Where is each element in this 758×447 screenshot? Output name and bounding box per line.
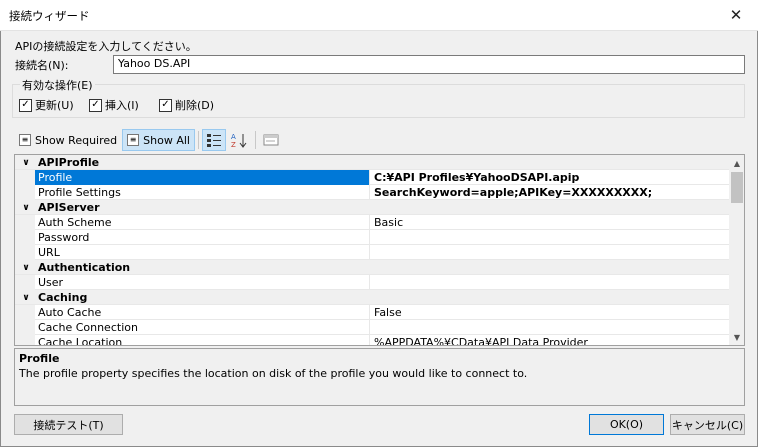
property-value[interactable]: C:¥API Profiles¥YahooDSAPI.apip <box>372 170 727 185</box>
property-grid[interactable]: ∨ APIProfile Profile C:¥API Profiles¥Yah… <box>14 154 745 346</box>
category-row[interactable]: ∨ Authentication <box>15 260 729 275</box>
show-all-button[interactable]: ≡ Show All <box>122 129 195 151</box>
property-value[interactable]: False <box>372 305 727 320</box>
ok-button[interactable]: OK(O) <box>589 414 664 435</box>
property-value[interactable] <box>372 320 727 335</box>
property-row[interactable]: Auth Scheme Basic <box>15 215 729 230</box>
property-name: Profile <box>35 170 370 185</box>
delete-checkbox-label: 削除(D) <box>175 99 215 112</box>
property-value[interactable] <box>372 275 727 290</box>
row-gutter <box>15 230 35 245</box>
row-gutter <box>15 305 35 320</box>
property-value[interactable]: %APPDATA%¥CData¥API Data Provider <box>372 335 727 345</box>
property-pages-button[interactable] <box>259 129 283 151</box>
category-row[interactable]: ∨ Caching <box>15 290 729 305</box>
test-connection-button[interactable]: 接続テスト(T) <box>14 414 123 435</box>
row-gutter <box>15 335 35 345</box>
categorized-button[interactable] <box>201 129 226 151</box>
row-gutter <box>15 185 35 200</box>
help-text: The profile property specifies the locat… <box>19 367 528 380</box>
svg-text:Z: Z <box>231 141 236 148</box>
connection-name-input[interactable]: Yahoo DS.API <box>113 55 745 74</box>
category-row[interactable]: ∨ APIProfile <box>15 155 729 170</box>
property-row[interactable]: Profile C:¥API Profiles¥YahooDSAPI.apip <box>15 170 729 185</box>
checkbox-checked-icon: ✓ <box>89 98 102 112</box>
category-name: Authentication <box>38 261 131 274</box>
property-name: Profile Settings <box>35 185 370 200</box>
update-checkbox-label: 更新(U) <box>35 99 74 112</box>
property-name: URL <box>35 245 370 260</box>
property-row[interactable]: Auto Cache False <box>15 305 729 320</box>
help-title: Profile <box>19 352 60 365</box>
property-name: Auth Scheme <box>35 215 370 230</box>
toolbar-separator <box>254 131 256 149</box>
property-row[interactable]: User <box>15 275 729 290</box>
checkbox-checked-icon: ✓ <box>19 98 32 112</box>
vertical-scrollbar[interactable]: ▲ ▼ <box>729 155 744 345</box>
property-pages-icon <box>263 134 279 146</box>
property-name: Cache Location <box>35 335 370 345</box>
expand-chevron-icon[interactable]: ∨ <box>17 155 35 170</box>
property-toolbar: ≡ Show Required ≡ Show All A Z <box>14 129 283 151</box>
property-row[interactable]: Profile Settings SearchKeyword=apple;API… <box>15 185 729 200</box>
cancel-button[interactable]: キャンセル(C) <box>670 414 745 435</box>
list-icon: ≡ <box>127 134 140 146</box>
property-name: Password <box>35 230 370 245</box>
show-all-label: Show All <box>143 133 190 147</box>
show-required-label: Show Required <box>35 133 118 147</box>
property-value[interactable]: SearchKeyword=apple;APIKey=XXXXXXXXX; <box>372 185 727 200</box>
row-gutter <box>15 245 35 260</box>
category-name: APIServer <box>38 201 100 214</box>
insert-checkbox-label: 挿入(I) <box>105 99 139 112</box>
expand-chevron-icon[interactable]: ∨ <box>17 290 35 305</box>
category-name: Caching <box>38 291 88 304</box>
connection-name-label: 接続名(N): <box>15 59 69 72</box>
scrollbar-thumb[interactable] <box>731 172 743 203</box>
svg-text:A: A <box>231 133 236 141</box>
property-row[interactable]: Cache Location %APPDATA%¥CData¥API Data … <box>15 335 729 345</box>
property-row[interactable]: Cache Connection <box>15 320 729 335</box>
show-required-button[interactable]: ≡ Show Required <box>14 129 122 151</box>
window-title: 接続ウィザード <box>9 9 90 23</box>
row-gutter <box>15 215 35 230</box>
row-gutter <box>15 320 35 335</box>
operations-group-label: 有効な操作(E) <box>20 77 95 93</box>
property-value[interactable]: Basic <box>372 215 727 230</box>
scroll-up-icon[interactable]: ▲ <box>729 156 744 170</box>
category-name: APIProfile <box>38 156 100 169</box>
sort-alphabetical-button[interactable]: A Z <box>226 129 252 151</box>
update-checkbox[interactable]: ✓ 更新(U) <box>19 97 74 113</box>
expand-chevron-icon[interactable]: ∨ <box>17 200 35 215</box>
row-gutter <box>15 275 35 290</box>
category-row[interactable]: ∨ APIServer <box>15 200 729 215</box>
instruction-text: APIの接続設定を入力してください。 <box>15 40 197 53</box>
list-icon: ≡ <box>19 134 31 146</box>
property-row[interactable]: URL <box>15 245 729 260</box>
property-name: Auto Cache <box>35 305 370 320</box>
help-panel: Profile The profile property specifies t… <box>14 348 745 406</box>
row-gutter <box>15 170 35 185</box>
sort-az-icon: A Z <box>231 133 247 148</box>
insert-checkbox[interactable]: ✓ 挿入(I) <box>89 97 139 113</box>
toolbar-separator <box>197 131 199 149</box>
property-name: User <box>35 275 370 290</box>
property-row[interactable]: Password <box>15 230 729 245</box>
property-value[interactable] <box>372 230 727 245</box>
property-value[interactable] <box>372 245 727 260</box>
property-name: Cache Connection <box>35 320 370 335</box>
scroll-down-icon[interactable]: ▼ <box>729 330 744 344</box>
categorized-icon <box>206 134 221 147</box>
delete-checkbox[interactable]: ✓ 削除(D) <box>159 97 214 113</box>
checkbox-checked-icon: ✓ <box>159 98 172 112</box>
title-bar: 接続ウィザード ✕ <box>0 0 758 31</box>
expand-chevron-icon[interactable]: ∨ <box>17 260 35 275</box>
close-icon[interactable]: ✕ <box>714 0 758 30</box>
